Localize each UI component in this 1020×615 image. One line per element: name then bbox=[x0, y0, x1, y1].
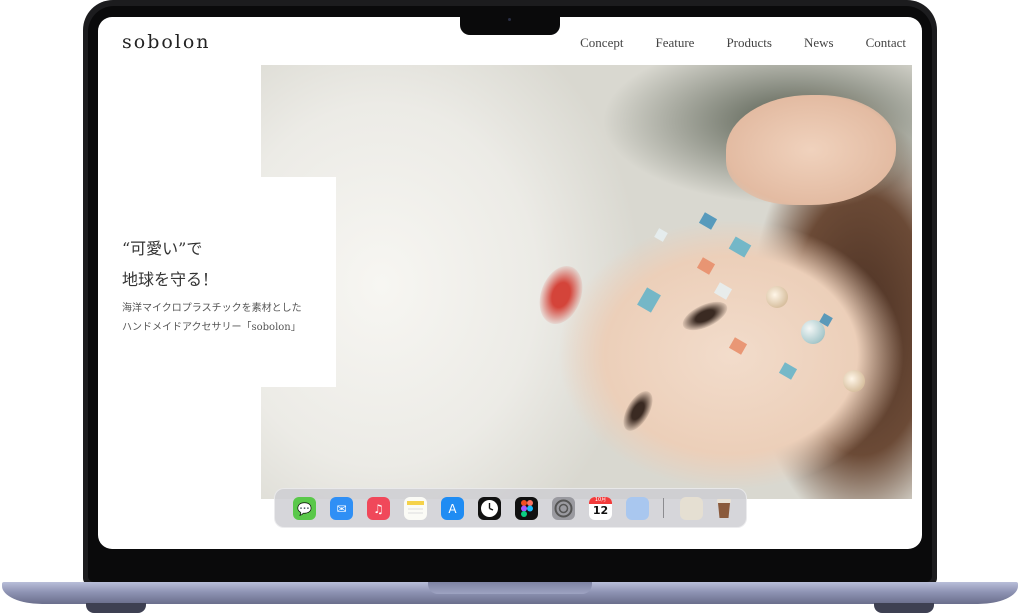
dock: 💬 ✉ ♫ A 10月 12 bbox=[274, 488, 747, 528]
notes-lines-icon bbox=[407, 501, 424, 514]
hero-subtext: 海洋マイクロプラスチックを素材とした ハンドメイドアクセサリー「sobolon」 bbox=[122, 299, 302, 337]
gear-icon bbox=[554, 499, 573, 518]
nav-products[interactable]: Products bbox=[726, 35, 772, 51]
hero-photo-shell bbox=[766, 286, 788, 308]
coffee-cup-icon[interactable] bbox=[712, 497, 735, 520]
hero-photo-pearl bbox=[801, 320, 825, 344]
hero-photo-eye bbox=[678, 295, 732, 337]
music-icon[interactable]: ♫ bbox=[367, 497, 390, 520]
hero-photo-gem bbox=[637, 287, 661, 313]
hero-photo-shell bbox=[843, 370, 865, 392]
document-icon[interactable] bbox=[680, 497, 703, 520]
hero-photo-gem bbox=[728, 236, 752, 258]
dock-separator bbox=[663, 498, 664, 518]
calendar-icon[interactable]: 10月 12 bbox=[589, 497, 612, 520]
hero-photo-hand bbox=[726, 95, 896, 205]
hero-photo-gem bbox=[728, 337, 748, 355]
laptop-foot-left bbox=[86, 603, 146, 613]
notes-icon[interactable] bbox=[404, 497, 427, 520]
hero-photo-gem bbox=[654, 228, 668, 242]
hero-subtext-line: 海洋マイクロプラスチックを素材とした bbox=[122, 303, 302, 314]
mail-icon[interactable]: ✉ bbox=[330, 497, 353, 520]
camera-lens bbox=[508, 18, 511, 21]
cup-icon bbox=[716, 499, 731, 518]
nav-concept[interactable]: Concept bbox=[580, 35, 623, 51]
laptop-screen: sobolon Concept Feature Products News Co… bbox=[98, 17, 922, 549]
system-settings-icon[interactable] bbox=[552, 497, 575, 520]
laptop-base-notch bbox=[428, 582, 592, 594]
nav-contact[interactable]: Contact bbox=[866, 35, 906, 51]
hero-photo-gem bbox=[778, 362, 798, 380]
hero-headline: “可愛い”で 地球を守る！ bbox=[122, 233, 218, 295]
clock-icon[interactable] bbox=[478, 497, 501, 520]
hero-headline-line: 地球を守る！ bbox=[122, 270, 219, 289]
site-logo[interactable]: sobolon bbox=[122, 31, 211, 53]
hero-photo-gem bbox=[698, 212, 718, 230]
hero-photo-gem bbox=[713, 282, 733, 300]
hero-photo-eye bbox=[617, 386, 659, 436]
site-nav: Concept Feature Products News Contact bbox=[580, 35, 906, 51]
hero-photo-gem bbox=[696, 257, 716, 275]
hero-headline-line: “可愛い”で bbox=[122, 239, 203, 258]
figma-logo-icon bbox=[520, 500, 533, 517]
messages-icon[interactable]: 💬 bbox=[293, 497, 316, 520]
hero-photo-lips bbox=[531, 259, 591, 331]
hero-subtext-line: ハンドメイドアクセサリー「sobolon」 bbox=[122, 322, 301, 333]
hero-photo bbox=[261, 65, 912, 499]
nav-news[interactable]: News bbox=[804, 35, 834, 51]
laptop-foot-right bbox=[874, 603, 934, 613]
app-store-icon[interactable]: A bbox=[441, 497, 464, 520]
preview-icon[interactable] bbox=[626, 497, 649, 520]
calendar-month: 10月 bbox=[589, 497, 612, 504]
nav-feature[interactable]: Feature bbox=[655, 35, 694, 51]
clock-face-icon bbox=[481, 500, 498, 517]
figma-icon[interactable] bbox=[515, 497, 538, 520]
calendar-day: 12 bbox=[592, 504, 609, 517]
